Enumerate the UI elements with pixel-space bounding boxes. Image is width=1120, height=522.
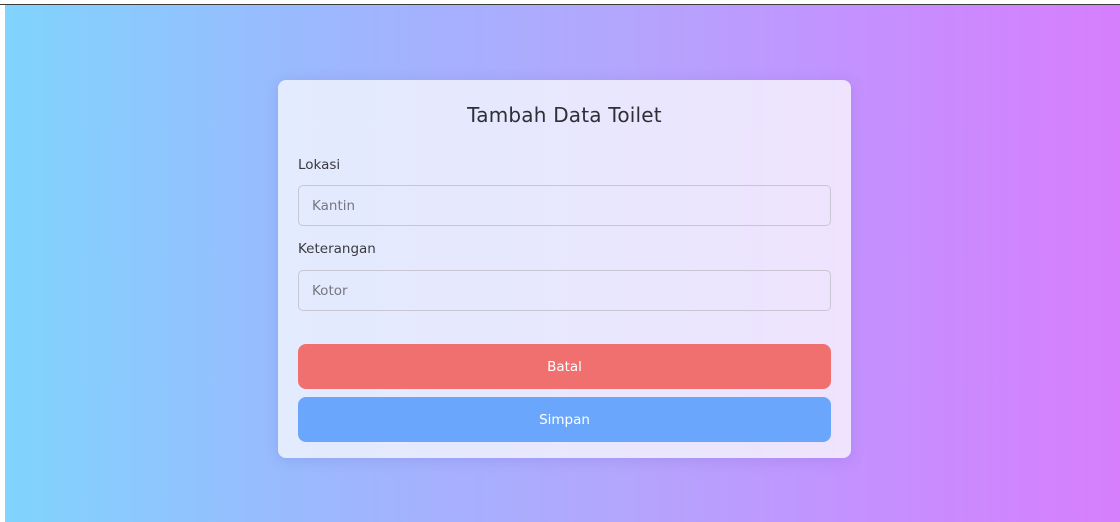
lokasi-input[interactable] [298, 185, 831, 226]
add-toilet-form-card: Tambah Data Toilet Lokasi Keterangan Bat… [278, 80, 851, 458]
lokasi-label: Lokasi [298, 157, 341, 173]
form-title: Tambah Data Toilet [467, 103, 662, 127]
page-background: Tambah Data Toilet Lokasi Keterangan Bat… [5, 5, 1120, 522]
keterangan-label: Keterangan [298, 241, 376, 257]
browser-viewport: Tambah Data Toilet Lokasi Keterangan Bat… [0, 0, 1120, 522]
keterangan-input[interactable] [298, 270, 831, 311]
save-button[interactable]: Simpan [298, 397, 831, 442]
cancel-button[interactable]: Batal [298, 344, 831, 389]
